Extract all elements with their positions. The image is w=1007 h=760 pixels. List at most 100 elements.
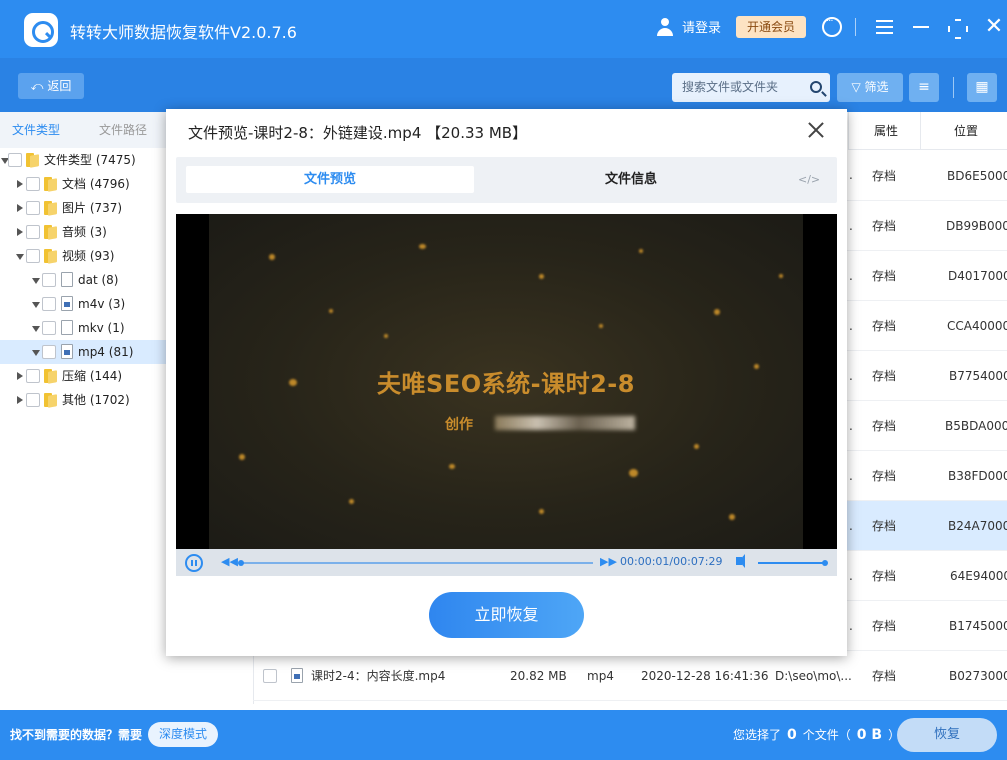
checkbox[interactable] <box>26 393 40 407</box>
bottom-bar: 找不到需要的数据？需要 深度模式 您选择了 0 个文件（ 0 B） 恢复 <box>0 710 1007 760</box>
close-icon[interactable]: ✕ <box>984 16 1004 38</box>
ellipsis: . <box>849 419 853 433</box>
video-player[interactable]: 夫唯SEO系统-课时2-8 创作 <box>176 214 837 549</box>
tree-label: mp4 (81) <box>78 345 134 359</box>
volume-icon[interactable] <box>736 554 745 568</box>
tree-item-documents[interactable]: 文档 (4796) <box>0 172 166 196</box>
search-input[interactable]: 搜索文件或文件夹 <box>672 73 830 102</box>
cell-filename: 课时2-4：内容长度.mp4 <box>311 669 446 683</box>
maximize-icon[interactable] <box>946 17 966 37</box>
tree-item-video[interactable]: 视频 (93) <box>0 244 166 268</box>
vip-button[interactable]: 开通会员 <box>736 16 806 38</box>
collapse-icon[interactable] <box>32 278 40 284</box>
rewind-icon[interactable]: ◀◀ <box>221 555 238 568</box>
tab-file-type[interactable]: 文件类型 <box>12 112 60 148</box>
tab-file-info[interactable]: 文件信息 <box>486 166 776 193</box>
cell-attr: 存档 <box>872 469 897 483</box>
volume-slider[interactable] <box>758 560 828 566</box>
deep-scan-hint: 找不到需要的数据？需要 <box>10 728 143 742</box>
tree-label: m4v (3) <box>78 297 126 311</box>
selection-info: 您选择了 0 个文件（ 0 B） <box>733 726 900 743</box>
checkbox[interactable] <box>42 297 56 311</box>
cell-path: D:\seo\mo\... <box>775 669 852 683</box>
search-placeholder: 搜索文件或文件夹 <box>682 80 779 94</box>
login-label: 请登录 <box>682 21 722 36</box>
ellipsis: . <box>849 569 853 583</box>
tree-item-audio[interactable]: 音频 (3) <box>0 220 166 244</box>
checkbox[interactable] <box>26 177 40 191</box>
preview-dialog: 文件预览-课时2-8：外链建设.mp4 【20.33 MB】 文件预览 文件信息… <box>166 109 847 656</box>
tree-item-images[interactable]: 图片 (737) <box>0 196 166 220</box>
collapse-icon[interactable] <box>32 302 40 308</box>
cell-location: B0273000 <box>949 669 1007 683</box>
expand-icon[interactable] <box>17 396 23 404</box>
ellipsis: . <box>849 519 853 533</box>
tree-item-m4v[interactable]: m4v (3) <box>0 292 166 316</box>
collapse-icon[interactable] <box>32 350 40 356</box>
checkbox[interactable] <box>26 369 40 383</box>
recover-button[interactable]: 恢复 <box>897 718 997 752</box>
grid-view-icon[interactable]: ▦ <box>967 73 997 102</box>
checkbox[interactable] <box>263 669 277 683</box>
checkbox[interactable] <box>26 201 40 215</box>
filter-label: 筛选 <box>864 80 889 94</box>
column-header-attr[interactable]: 属性 <box>874 112 898 150</box>
dialog-close-icon[interactable] <box>806 120 826 140</box>
expand-icon[interactable] <box>17 372 23 380</box>
title-bar: 转转大师数据恢复软件V2.0.7.6 请登录 开通会员 ✕ <box>0 0 1007 58</box>
deep-mode-button[interactable]: 深度模式 <box>148 722 218 747</box>
list-view-icon[interactable]: ≡ <box>909 73 939 102</box>
fast-forward-icon[interactable]: ▶▶ <box>600 555 617 568</box>
minimize-icon[interactable] <box>911 17 931 37</box>
table-header: 属性 位置 <box>848 112 1007 150</box>
tree-item-mp4[interactable]: mp4 (81) <box>0 340 166 364</box>
collapse-icon[interactable] <box>32 326 40 332</box>
menu-icon[interactable] <box>875 17 895 37</box>
app-logo-icon <box>24 13 58 47</box>
tree-item-root[interactable]: 文件类型 (7475) <box>0 148 166 172</box>
code-icon[interactable]: </> <box>798 166 820 193</box>
tab-file-preview[interactable]: 文件预览 <box>186 166 474 193</box>
checkbox[interactable] <box>42 321 56 335</box>
tree-label: dat (8) <box>78 273 119 287</box>
recover-now-button[interactable]: 立即恢复 <box>429 592 584 638</box>
table-row[interactable]: 课时2-4：内容长度.mp4 20.82 MB mp4 2020-12-28 1… <box>253 651 1007 701</box>
tree-label: 其他 (1702) <box>62 393 130 407</box>
progress-knob[interactable] <box>238 560 244 566</box>
tree-item-mkv[interactable]: mkv (1) <box>0 316 166 340</box>
expand-icon[interactable] <box>17 228 23 236</box>
checkbox[interactable] <box>8 153 22 167</box>
selection-count: 0 <box>787 727 797 743</box>
expand-icon[interactable] <box>17 180 23 188</box>
folder-icon <box>44 248 58 264</box>
login-button[interactable]: 请登录 <box>656 17 721 36</box>
cell-location: 64E94000 <box>950 569 1007 583</box>
pause-icon[interactable] <box>185 554 203 572</box>
file-type-tree: 文件类型 (7475) 文档 (4796) 图片 (737) 音频 (3) 视频… <box>0 148 166 412</box>
back-icon: ⤺ <box>30 79 44 93</box>
tree-item-dat[interactable]: dat (8) <box>0 268 166 292</box>
checkbox[interactable] <box>42 345 56 359</box>
video-subtitle-text: 创作 <box>445 417 473 433</box>
title-divider <box>855 18 856 36</box>
checkbox[interactable] <box>26 249 40 263</box>
progress-slider[interactable] <box>238 560 593 566</box>
chat-icon[interactable] <box>822 16 842 37</box>
tree-item-other[interactable]: 其他 (1702) <box>0 388 166 412</box>
checkbox[interactable] <box>26 225 40 239</box>
tab-file-path[interactable]: 文件路径 <box>99 112 147 148</box>
left-tabs: 文件类型 文件路径 <box>0 112 166 148</box>
ellipsis: . <box>849 469 853 483</box>
folder-icon <box>44 200 58 216</box>
search-icon[interactable] <box>810 81 822 93</box>
tree-item-archives[interactable]: 压缩 (144) <box>0 364 166 388</box>
expand-icon[interactable] <box>17 204 23 212</box>
cell-attr: 存档 <box>872 269 897 283</box>
filter-button[interactable]: ▽ 筛选 <box>837 73 903 102</box>
back-button[interactable]: ⤺ 返回 <box>18 73 84 99</box>
selection-size: 0 B <box>856 727 883 743</box>
checkbox[interactable] <box>42 273 56 287</box>
toolbar: ⤺ 返回 搜索文件或文件夹 ▽ 筛选 ≡ ▦ <box>0 58 1007 112</box>
column-header-location[interactable]: 位置 <box>954 112 978 150</box>
collapse-icon[interactable] <box>16 254 24 260</box>
